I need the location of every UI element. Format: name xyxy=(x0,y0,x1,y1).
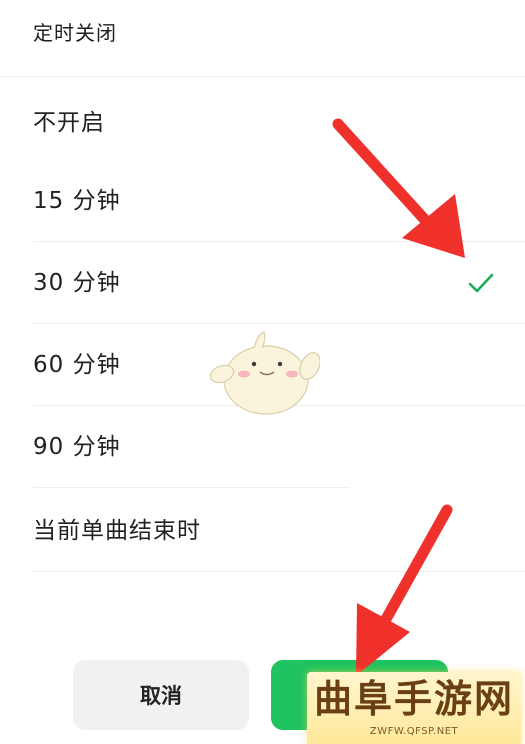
title-divider xyxy=(0,76,525,77)
chick-mascot-sticker xyxy=(210,331,320,415)
site-watermark: 曲阜手游网 ZWFW.QFSP.NET xyxy=(307,672,521,744)
watermark-title: 曲阜手游网 xyxy=(313,676,514,721)
option-label: 不开启 xyxy=(33,110,105,136)
checkmark-icon xyxy=(468,273,494,293)
option-30-min[interactable]: 30 分钟 xyxy=(0,242,525,324)
cancel-button[interactable]: 取消 xyxy=(73,660,249,730)
option-90-min[interactable]: 90 分钟 xyxy=(0,406,525,488)
option-end-of-track[interactable]: 当前单曲结束时 xyxy=(0,490,525,572)
option-off[interactable]: 不开启 xyxy=(0,82,525,164)
sheet-title: 定时关闭 xyxy=(33,21,117,45)
option-label: 60 分钟 xyxy=(33,352,121,378)
option-divider xyxy=(33,487,350,488)
option-label: 90 分钟 xyxy=(33,434,121,460)
option-15-min[interactable]: 15 分钟 xyxy=(0,160,525,242)
option-divider xyxy=(33,571,525,572)
option-label: 15 分钟 xyxy=(33,188,121,214)
watermark-url: ZWFW.QFSP.NET xyxy=(369,726,459,737)
timer-close-sheet: 定时关闭 不开启 15 分钟 30 分钟 60 分钟 90 分钟 当前单曲结束时 xyxy=(0,0,525,744)
option-label: 30 分钟 xyxy=(33,270,121,296)
option-label: 当前单曲结束时 xyxy=(33,518,201,544)
